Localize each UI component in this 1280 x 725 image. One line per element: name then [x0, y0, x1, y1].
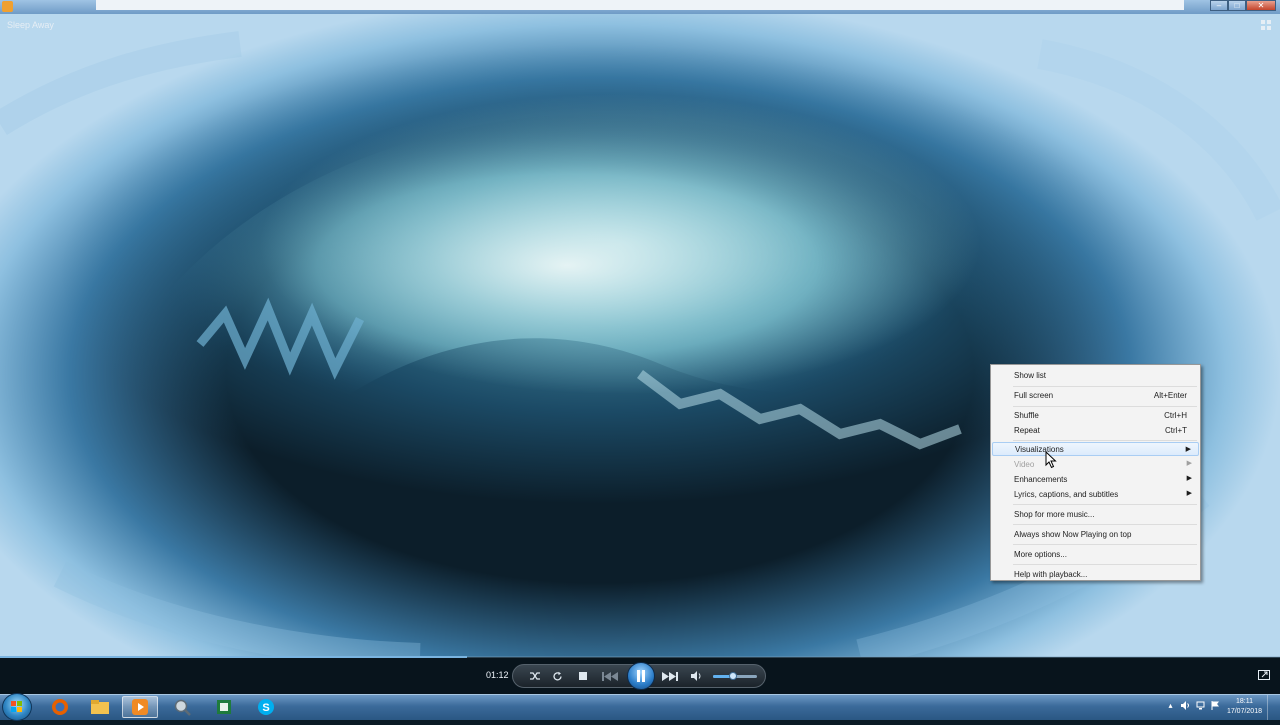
context-menu: Show list Full screen Alt+Enter Shuffle …: [990, 364, 1201, 581]
menu-item-help-with-playback[interactable]: Help with playback...: [992, 567, 1199, 581]
menu-item-label: Shop for more music...: [1014, 510, 1095, 519]
media-player-window: – □ ✕ Sleep Away 01:12 Show list Full sc…: [0, 0, 1280, 694]
menu-item-lyrics-captions-subtitles[interactable]: Lyrics, captions, and subtitles ▶: [992, 487, 1199, 501]
menu-item-shortcut: Ctrl+T: [1165, 426, 1187, 435]
menu-item-shop-for-more-music[interactable]: Shop for more music...: [992, 507, 1199, 521]
volume-slider[interactable]: [713, 672, 757, 680]
taskbar-firefox[interactable]: [42, 696, 78, 718]
spreadsheet-icon: [217, 700, 231, 714]
menu-separator: [1013, 386, 1197, 387]
submenu-arrow-icon: ▶: [1185, 446, 1191, 453]
submenu-arrow-icon: ▶: [1186, 460, 1192, 467]
submenu-arrow-icon: ▶: [1186, 490, 1192, 497]
close-button[interactable]: ✕: [1246, 0, 1276, 11]
menu-item-full-screen[interactable]: Full screen Alt+Enter: [992, 388, 1199, 402]
clock-date: 17/07/2018: [1226, 708, 1262, 715]
menu-item-more-options[interactable]: More options...: [992, 547, 1199, 561]
taskbar-skype[interactable]: S: [248, 696, 284, 718]
menu-item-label: Shuffle: [1014, 411, 1039, 420]
next-icon[interactable]: [659, 665, 681, 687]
window-controls: – □ ✕: [1210, 0, 1276, 11]
shuffle-icon[interactable]: [527, 665, 543, 687]
menu-item-label: Always show Now Playing on top: [1014, 530, 1132, 539]
menu-separator: [1013, 406, 1197, 407]
start-button[interactable]: [2, 693, 32, 721]
volume-thumb[interactable]: [728, 672, 737, 680]
taskbar-search-tool[interactable]: [164, 696, 200, 718]
skype-icon: S: [258, 699, 274, 715]
submenu-arrow-icon: ▶: [1186, 475, 1192, 482]
now-playing-title: Sleep Away: [7, 20, 54, 30]
windows-logo-icon: [11, 701, 22, 712]
taskbar: S ▴ 18:11 17/07/2018: [0, 693, 1280, 721]
menu-item-repeat[interactable]: Repeat Ctrl+T: [992, 423, 1199, 437]
menu-separator: [1013, 504, 1197, 505]
action-center-flag-icon[interactable]: [1211, 701, 1220, 710]
menu-item-video[interactable]: Video ▶: [992, 457, 1199, 471]
menu-item-label: Video: [1014, 460, 1035, 469]
maximize-button[interactable]: □: [1228, 0, 1246, 11]
taskbar-spreadsheet[interactable]: [206, 696, 242, 718]
seek-bar-fill: [0, 656, 468, 658]
stop-icon[interactable]: [575, 665, 591, 687]
menu-separator: [1013, 524, 1197, 525]
minimize-button[interactable]: –: [1210, 0, 1228, 11]
menu-item-always-on-top[interactable]: Always show Now Playing on top: [992, 527, 1199, 541]
clock-time: 18:11: [1235, 698, 1253, 705]
menu-item-label: Lyrics, captions, and subtitles: [1014, 490, 1119, 499]
previous-icon[interactable]: [599, 665, 621, 687]
menu-separator: [1013, 564, 1197, 565]
menu-item-label: Repeat: [1014, 426, 1040, 435]
taskbar-file-explorer[interactable]: [82, 696, 118, 718]
playback-controls: [512, 662, 766, 690]
file-explorer-icon: [91, 700, 109, 714]
title-bar-region: [96, 0, 1184, 10]
menu-item-label: More options...: [1014, 550, 1067, 559]
menu-item-label: Enhancements: [1014, 475, 1068, 484]
windows-media-player-icon: [132, 699, 148, 715]
menu-item-shuffle[interactable]: Shuffle Ctrl+H: [992, 408, 1199, 422]
show-hidden-icons-icon[interactable]: ▴: [1166, 701, 1175, 710]
speaker-icon[interactable]: [1181, 701, 1190, 710]
menu-item-visualizations[interactable]: Visualizations ▶: [992, 442, 1199, 456]
volume-icon[interactable]: [689, 665, 703, 687]
repeat-icon[interactable]: [549, 665, 565, 687]
menu-item-shortcut: Alt+Enter: [1153, 391, 1187, 400]
menu-item-label: Help with playback...: [1014, 570, 1088, 579]
pause-button[interactable]: [627, 662, 655, 690]
switch-to-library-icon[interactable]: [1258, 670, 1270, 680]
menu-item-shortcut: Ctrl+H: [1164, 411, 1187, 420]
taskbar-clock[interactable]: 18:11 17/07/2018: [1227, 697, 1262, 717]
elapsed-time: 01:12: [486, 670, 509, 680]
network-icon[interactable]: [1196, 701, 1205, 710]
show-desktop-button[interactable]: [1267, 695, 1280, 720]
svg-text:S: S: [262, 702, 269, 714]
title-bar[interactable]: – □ ✕: [0, 0, 1280, 15]
app-icon: [2, 1, 13, 12]
menu-item-show-list[interactable]: Show list: [992, 368, 1199, 382]
switch-view-icon[interactable]: [1260, 19, 1272, 31]
mouse-pointer-icon: [1045, 451, 1057, 469]
menu-item-label: Show list: [1014, 371, 1047, 380]
menu-item-enhancements[interactable]: Enhancements ▶: [992, 472, 1199, 486]
menu-separator: [1013, 440, 1197, 441]
system-tray: ▴: [1166, 701, 1220, 710]
firefox-icon: [52, 699, 68, 715]
menu-item-label: Full screen: [1014, 391, 1054, 400]
pause-icon: [637, 670, 645, 682]
menu-separator: [1013, 544, 1197, 545]
seek-bar[interactable]: [0, 656, 1280, 658]
search-magnifier-icon: [174, 699, 191, 716]
taskbar-windows-media-player[interactable]: [122, 696, 158, 718]
